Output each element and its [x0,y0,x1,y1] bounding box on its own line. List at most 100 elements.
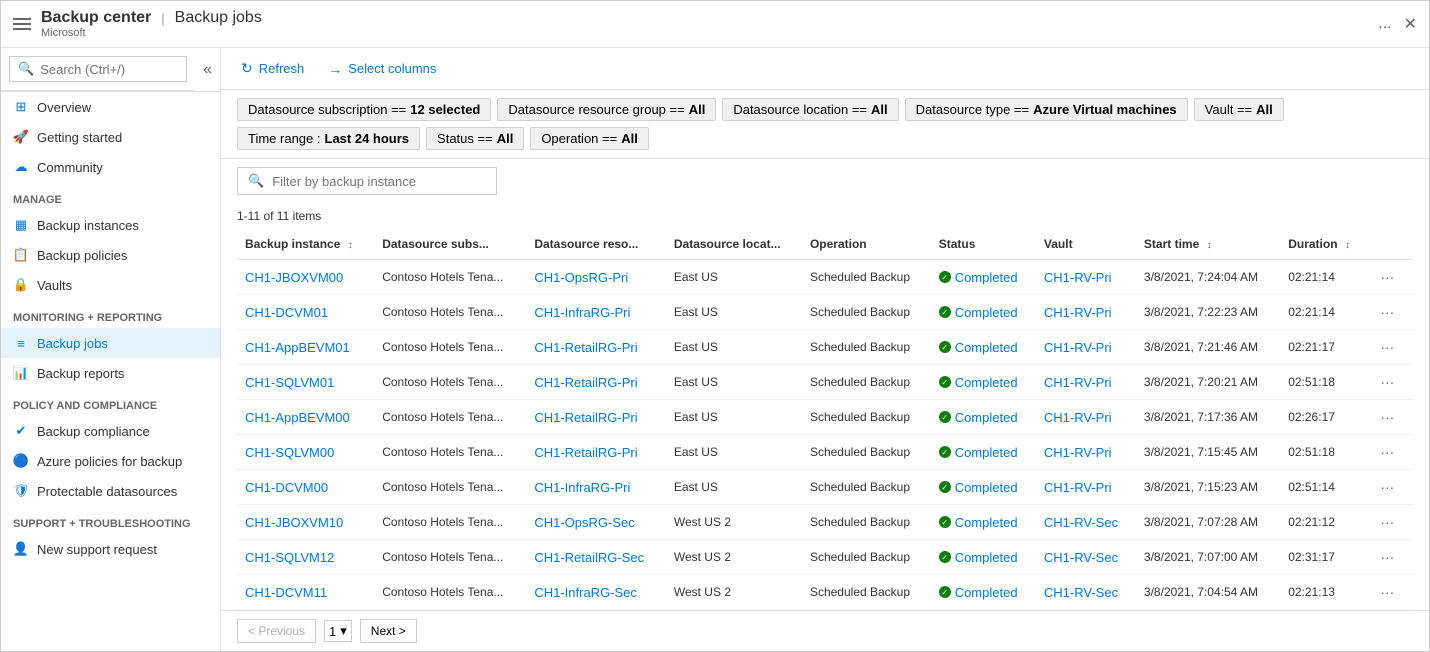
select-columns-button[interactable]: → Select columns [324,57,440,81]
row-actions-button[interactable]: ··· [1374,582,1400,602]
cell-instance[interactable]: CH1-AppBEVM01 [237,330,374,365]
cell-vault[interactable]: CH1-RV-Pri [1036,330,1136,365]
previous-button[interactable]: < Previous [237,619,316,643]
cell-actions[interactable]: ··· [1366,330,1413,365]
sidebar-item-vaults[interactable]: 🔒 Vaults [1,270,220,300]
page-select[interactable]: 1 ▾ [324,620,352,642]
cell-vault[interactable]: CH1-RV-Pri [1036,260,1136,295]
table-header-row: Backup instance ↕ Datasource subs... Dat… [237,229,1413,260]
manage-section-header: Manage [1,186,220,210]
azure-policy-icon: 🔵 [13,453,29,469]
filter-datasource-location[interactable]: Datasource location == All [722,98,898,121]
sidebar-item-backup-instances[interactable]: ▦ Backup instances [1,210,220,240]
filter-time-range[interactable]: Time range : Last 24 hours [237,127,420,150]
cell-instance[interactable]: CH1-JBOXVM10 [237,505,374,540]
col-start-time[interactable]: Start time ↕ [1136,229,1280,260]
filter-datasource-type[interactable]: Datasource type == Azure Virtual machine… [905,98,1188,121]
refresh-button[interactable]: ↻ Refresh [237,56,308,81]
collapse-button[interactable]: « [195,57,220,83]
flag-icon: 🚀 [13,129,29,145]
cell-instance[interactable]: CH1-AppBEVM00 [237,400,374,435]
more-options-icon[interactable]: ... [1378,15,1391,33]
sidebar-item-community[interactable]: ☁ Community [1,152,220,182]
sidebar-item-backup-policies[interactable]: 📋 Backup policies [1,240,220,270]
cell-duration: 02:21:17 [1280,330,1366,365]
cell-actions[interactable]: ··· [1366,365,1413,400]
row-actions-button[interactable]: ··· [1374,547,1400,567]
close-icon[interactable]: ✕ [1404,14,1417,34]
row-actions-button[interactable]: ··· [1374,337,1400,357]
cell-duration: 02:21:14 [1280,260,1366,295]
table-row: CH1-DCVM00 Contoso Hotels Tena... CH1-In… [237,470,1413,505]
page-dropdown-icon[interactable]: ▾ [340,623,347,639]
sidebar-item-overview[interactable]: ⊞ Overview [1,92,220,122]
next-button[interactable]: Next > [360,619,417,643]
cell-instance[interactable]: CH1-DCVM11 [237,575,374,610]
protectable-icon: 🛡 [13,483,29,499]
filter-vault[interactable]: Vault == All [1194,98,1284,121]
instance-search-input[interactable] [272,174,486,189]
sidebar-search[interactable]: 🔍 [9,56,187,82]
row-actions-button[interactable]: ··· [1374,267,1400,287]
hamburger-icon[interactable] [13,14,33,34]
cell-vault[interactable]: CH1-RV-Sec [1036,540,1136,575]
policy-section-header: Policy and compliance [1,392,220,416]
col-duration[interactable]: Duration ↕ [1280,229,1366,260]
cell-actions[interactable]: ··· [1366,295,1413,330]
cell-vault[interactable]: CH1-RV-Pri [1036,435,1136,470]
cell-location: East US [666,330,802,365]
row-actions-button[interactable]: ··· [1374,477,1400,497]
cell-instance[interactable]: CH1-JBOXVM00 [237,260,374,295]
policy-icon: 📋 [13,247,29,263]
cell-vault[interactable]: CH1-RV-Pri [1036,295,1136,330]
sidebar-item-getting-started[interactable]: 🚀 Getting started [1,122,220,152]
cell-instance[interactable]: CH1-DCVM00 [237,470,374,505]
filter-operation[interactable]: Operation == All [530,127,649,150]
row-actions-button[interactable]: ··· [1374,442,1400,462]
cell-actions[interactable]: ··· [1366,435,1413,470]
row-actions-button[interactable]: ··· [1374,372,1400,392]
cell-duration: 02:51:18 [1280,365,1366,400]
cell-duration: 02:51:18 [1280,435,1366,470]
cell-vault[interactable]: CH1-RV-Sec [1036,575,1136,610]
cell-instance[interactable]: CH1-SQLVM00 [237,435,374,470]
arrow-icon: → [328,61,342,77]
sidebar-item-label: Backup compliance [37,424,150,439]
cell-actions[interactable]: ··· [1366,400,1413,435]
cell-operation: Scheduled Backup [802,435,931,470]
cell-instance[interactable]: CH1-DCVM01 [237,295,374,330]
cell-actions[interactable]: ··· [1366,505,1413,540]
col-datasource-locat: Datasource locat... [666,229,802,260]
cell-vault[interactable]: CH1-RV-Pri [1036,470,1136,505]
cell-actions[interactable]: ··· [1366,470,1413,505]
cell-actions[interactable]: ··· [1366,575,1413,610]
status-completed-icon: ✓ [939,341,951,353]
cell-actions[interactable]: ··· [1366,260,1413,295]
filter-datasource-subscription[interactable]: Datasource subscription == 12 selected [237,98,491,121]
sidebar-item-backup-compliance[interactable]: ✔ Backup compliance [1,416,220,446]
row-actions-button[interactable]: ··· [1374,302,1400,322]
sort-icon: ↕ [1345,240,1350,251]
cell-location: East US [666,365,802,400]
sidebar-item-backup-reports[interactable]: 📊 Backup reports [1,358,220,388]
filter-datasource-resource-group[interactable]: Datasource resource group == All [497,98,716,121]
cell-vault[interactable]: CH1-RV-Sec [1036,505,1136,540]
cell-vault[interactable]: CH1-RV-Pri [1036,400,1136,435]
sidebar-item-new-support[interactable]: 👤 New support request [1,534,220,564]
cell-instance[interactable]: CH1-SQLVM01 [237,365,374,400]
filter-status[interactable]: Status == All [426,127,524,150]
cell-actions[interactable]: ··· [1366,540,1413,575]
col-backup-instance[interactable]: Backup instance ↕ [237,229,374,260]
cell-operation: Scheduled Backup [802,260,931,295]
row-actions-button[interactable]: ··· [1374,512,1400,532]
sidebar-item-azure-policies[interactable]: 🔵 Azure policies for backup [1,446,220,476]
cell-vault[interactable]: CH1-RV-Pri [1036,365,1136,400]
cell-instance[interactable]: CH1-SQLVM12 [237,540,374,575]
sidebar-item-backup-jobs[interactable]: ≡ Backup jobs [1,328,220,358]
sidebar-item-protectable[interactable]: 🛡 Protectable datasources [1,476,220,506]
search-input[interactable] [40,62,178,77]
row-actions-button[interactable]: ··· [1374,407,1400,427]
instance-search-wrap[interactable]: 🔍 [237,167,497,195]
cell-duration: 02:21:14 [1280,295,1366,330]
sidebar-item-label: Backup instances [37,218,139,233]
